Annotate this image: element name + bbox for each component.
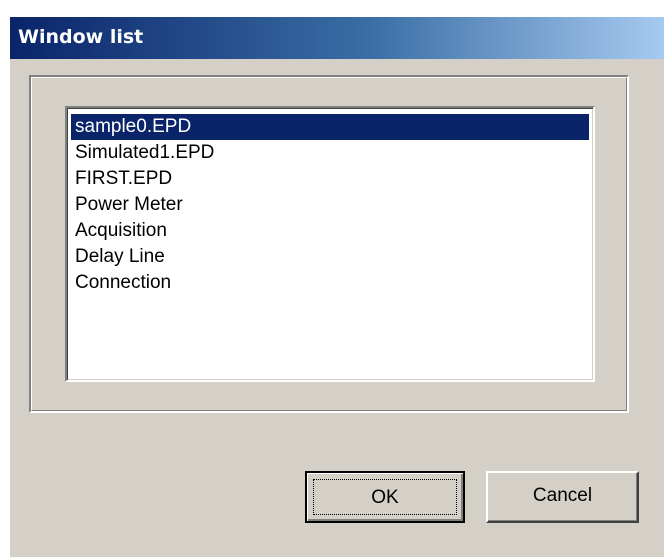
list-item-acquisition[interactable]: Acquisition	[71, 218, 589, 244]
ok-button-label: OK	[313, 479, 457, 515]
list-item-first[interactable]: FIRST.EPD	[71, 166, 589, 192]
window-list: sample0.EPD Simulated1.EPD FIRST.EPD Pow…	[71, 114, 589, 296]
dialog-title: Window list	[18, 26, 144, 48]
window-list-dialog: Window list sample0.EPD Simulated1.EPD F…	[8, 15, 664, 557]
list-item-delay-line[interactable]: Delay Line	[71, 244, 589, 270]
title-bar[interactable]: Window list	[10, 17, 664, 59]
ok-button[interactable]: OK	[305, 471, 465, 523]
list-item-power-meter[interactable]: Power Meter	[71, 192, 589, 218]
list-item-sample0[interactable]: sample0.EPD	[71, 114, 589, 140]
list-item-connection[interactable]: Connection	[71, 270, 589, 296]
list-item-simulated1[interactable]: Simulated1.EPD	[71, 140, 589, 166]
window-listbox[interactable]: sample0.EPD Simulated1.EPD FIRST.EPD Pow…	[65, 106, 595, 382]
cancel-button[interactable]: Cancel	[486, 471, 639, 523]
